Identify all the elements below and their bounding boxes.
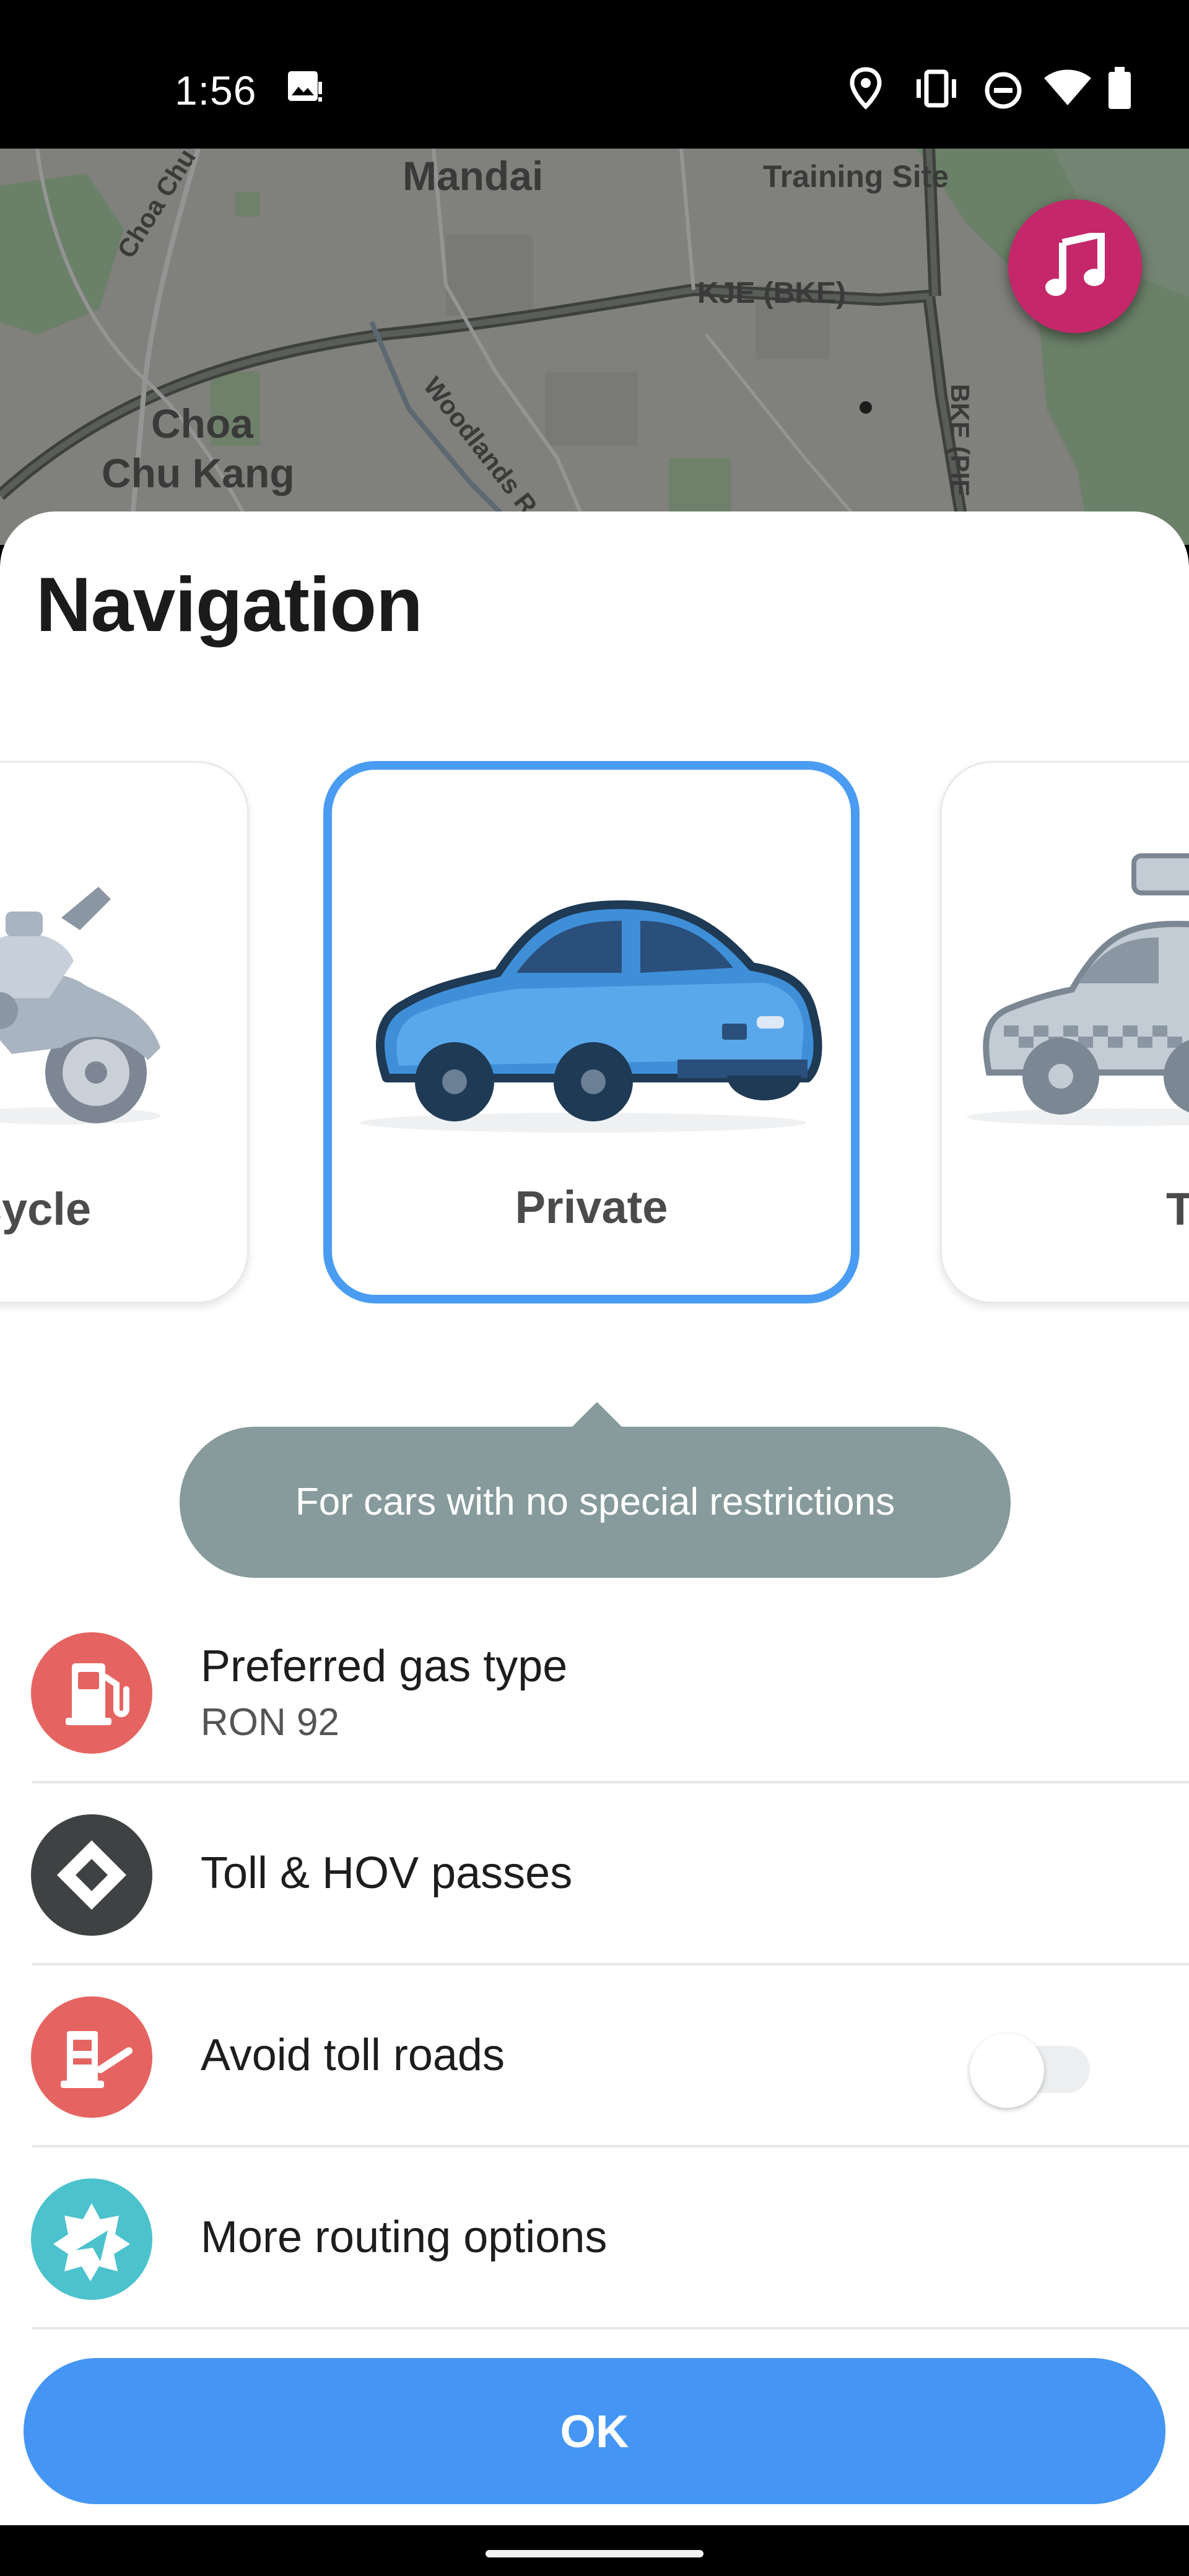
music-note-icon (1045, 233, 1105, 296)
map-view[interactable]: Mandai Training Site KJE (BKE) Choa Chu … (0, 149, 1189, 545)
location-icon (848, 67, 883, 113)
setting-value-gas: RON 92 (201, 1701, 339, 1744)
vibrate-icon (913, 69, 960, 111)
taxi-icon (967, 853, 1189, 1126)
system-nav-bar (0, 2525, 1189, 2576)
routing-icon (31, 2178, 152, 2300)
map-label-choa: Choa (151, 401, 253, 446)
map-label-mandai: Mandai (403, 153, 544, 199)
vehicle-label-taxi: T (1166, 1183, 1189, 1235)
setting-toll-hov-passes[interactable]: Toll & HOV passes (0, 1783, 1189, 1965)
setting-title-avoid-toll: Avoid toll roads (201, 2030, 505, 2080)
map-label-bke: BKE (PIE (946, 384, 975, 497)
vehicle-label-private: Private (515, 1181, 668, 1233)
setting-more-routing-options[interactable]: More routing options (0, 2147, 1189, 2330)
map-label-training-site: Training Site (763, 159, 949, 194)
map-label-kje: KJE (BKE) (697, 277, 847, 310)
motorcycle-icon (0, 887, 160, 1125)
music-button[interactable] (1008, 199, 1142, 333)
ok-button[interactable]: OK (24, 2358, 1165, 2504)
navigation-sheet: Navigation cycle (0, 511, 1189, 2525)
home-gesture-handle[interactable] (486, 2550, 703, 2557)
vehicle-card-taxi[interactable]: T (940, 761, 1189, 1303)
wifi-icon (1043, 69, 1092, 111)
image-icon (286, 69, 324, 111)
status-bar: 1:56 (0, 0, 1189, 149)
tooltip-arrow (571, 1402, 623, 1428)
vehicle-label-motorcycle: cycle (0, 1183, 91, 1235)
setting-title-routing: More routing options (201, 2213, 608, 2262)
dnd-icon (983, 71, 1023, 113)
setting-title-gas: Preferred gas type (201, 1642, 568, 1691)
setting-preferred-gas-type[interactable]: Preferred gas type RON 92 (0, 1601, 1189, 1783)
car-icon (360, 900, 822, 1133)
battery-icon (1107, 67, 1132, 113)
status-time: 1:56 (175, 67, 257, 113)
diamond-icon (31, 1814, 152, 1936)
toll-gate-icon (31, 1996, 152, 2118)
setting-title-toll: Toll & HOV passes (201, 1848, 573, 1898)
gas-pump-icon (31, 1632, 152, 1754)
vehicle-description-tooltip: For cars with no special restrictions (180, 1427, 1011, 1578)
avoid-toll-toggle[interactable] (970, 2034, 1044, 2108)
map-label-chu-kang: Chu Kang (102, 450, 295, 496)
setting-avoid-toll-roads[interactable]: Avoid toll roads (0, 1965, 1189, 2147)
divider (32, 2327, 1189, 2330)
sheet-title: Navigation (36, 562, 423, 648)
vehicle-card-motorcycle[interactable]: cycle (0, 761, 249, 1303)
vehicle-card-private[interactable]: Private (323, 761, 860, 1303)
